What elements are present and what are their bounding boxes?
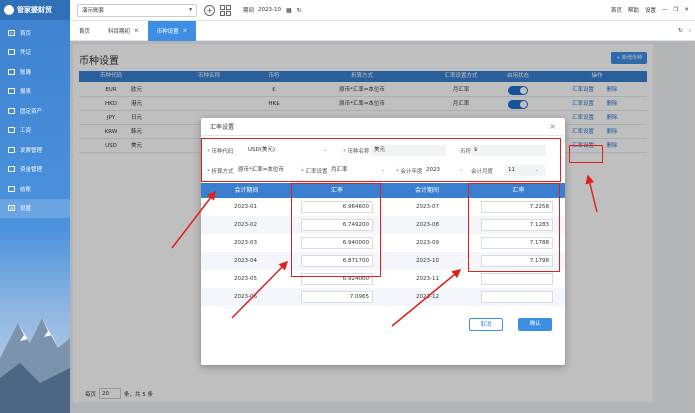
sidebar-item-home[interactable]: ⌂ 首页: [0, 23, 70, 43]
tab-home[interactable]: 首页: [70, 21, 99, 41]
logo-mark-icon: [4, 5, 14, 15]
sidebar-item-asset[interactable]: 固定资产: [0, 101, 70, 121]
fund-icon: [8, 166, 15, 173]
report-icon: [8, 88, 15, 95]
rate-input[interactable]: [481, 291, 553, 303]
tab-opening[interactable]: 科目期初 ×: [99, 21, 148, 41]
highlight-box: [291, 183, 381, 277]
calendar-icon[interactable]: ▦: [286, 7, 292, 14]
confirm-button[interactable]: 确认: [518, 318, 552, 331]
highlight-box: [201, 138, 561, 182]
settings-link[interactable]: 设置: [645, 6, 656, 14]
highlight-box: [468, 183, 560, 272]
period-column-header: 会计期间: [382, 183, 472, 198]
sidebar-item-invoice[interactable]: 发票管理: [0, 140, 70, 160]
chevron-right-icon[interactable]: ›: [689, 28, 691, 34]
settings-icon: ⚙: [8, 205, 15, 212]
top-bar: 演示账套 ▾ + 期间 2023-10 ▦ ↻ 首页 帮助 设置 — ❐ ✕: [70, 0, 695, 21]
sidebar-item-settings[interactable]: ⚙ 设置: [0, 198, 70, 218]
add-icon[interactable]: +: [204, 4, 215, 16]
home-link[interactable]: 首页: [611, 6, 622, 14]
ledger-icon: [8, 68, 15, 75]
closing-icon: [8, 185, 15, 192]
home-icon: ⌂: [8, 29, 15, 36]
mountain-illustration: [0, 318, 70, 413]
tab-bar: 首页 科目期初 × 币种设置 × ↻ ›: [70, 20, 695, 41]
top-right-links: 首页 帮助 设置 — ❐ ✕: [611, 6, 695, 14]
account-select[interactable]: 演示账套 ▾: [77, 3, 197, 17]
salary-icon: [8, 127, 15, 134]
sidebar-item-salary[interactable]: 工资: [0, 121, 70, 141]
highlight-box: [569, 145, 603, 163]
close-icon[interactable]: ×: [549, 122, 556, 131]
minimize-icon[interactable]: —: [662, 7, 668, 13]
tab-currency[interactable]: 币种设置 ×: [147, 20, 197, 41]
tab-close-icon[interactable]: ×: [134, 28, 139, 34]
caret-down-icon: ▾: [189, 7, 192, 13]
apps-grid-icon[interactable]: [220, 4, 231, 16]
maximize-icon[interactable]: ❐: [673, 7, 678, 13]
period-label: 期间: [243, 8, 255, 14]
period-column-header: 会计期间: [201, 183, 292, 198]
invoice-icon: [8, 146, 15, 153]
sidebar: 管家婆财贸 ⌂ 首页 凭证 账簿 报表 固定资产 工资 发票管理 资金管理 结账 …: [0, 0, 70, 413]
asset-icon: [8, 107, 15, 114]
sidebar-item-closing[interactable]: 结账: [0, 179, 70, 199]
rate-input[interactable]: [481, 273, 553, 285]
voucher-icon: [8, 49, 15, 56]
sidebar-item-fund[interactable]: 资金管理: [0, 160, 70, 180]
sidebar-item-voucher[interactable]: 凭证: [0, 43, 70, 63]
cancel-button[interactable]: 取消: [469, 318, 503, 331]
sidebar-item-ledger[interactable]: 账簿: [0, 62, 70, 82]
refresh-icon[interactable]: ↻: [678, 28, 683, 34]
period-value[interactable]: 2023-10: [258, 7, 281, 13]
dialog-title: 汇率设置: [201, 118, 565, 136]
app-logo: 管家婆财贸: [0, 0, 70, 20]
help-link[interactable]: 帮助: [628, 6, 639, 14]
sidebar-nav: ⌂ 首页 凭证 账簿 报表 固定资产 工资 发票管理 资金管理 结账 ⚙ 设置: [0, 23, 70, 218]
tab-close-icon[interactable]: ×: [183, 28, 188, 34]
close-icon[interactable]: ✕: [684, 7, 689, 13]
refresh-icon[interactable]: ↻: [297, 7, 302, 14]
sidebar-item-report[interactable]: 报表: [0, 82, 70, 102]
rate-input[interactable]: 7.0965: [301, 291, 373, 303]
